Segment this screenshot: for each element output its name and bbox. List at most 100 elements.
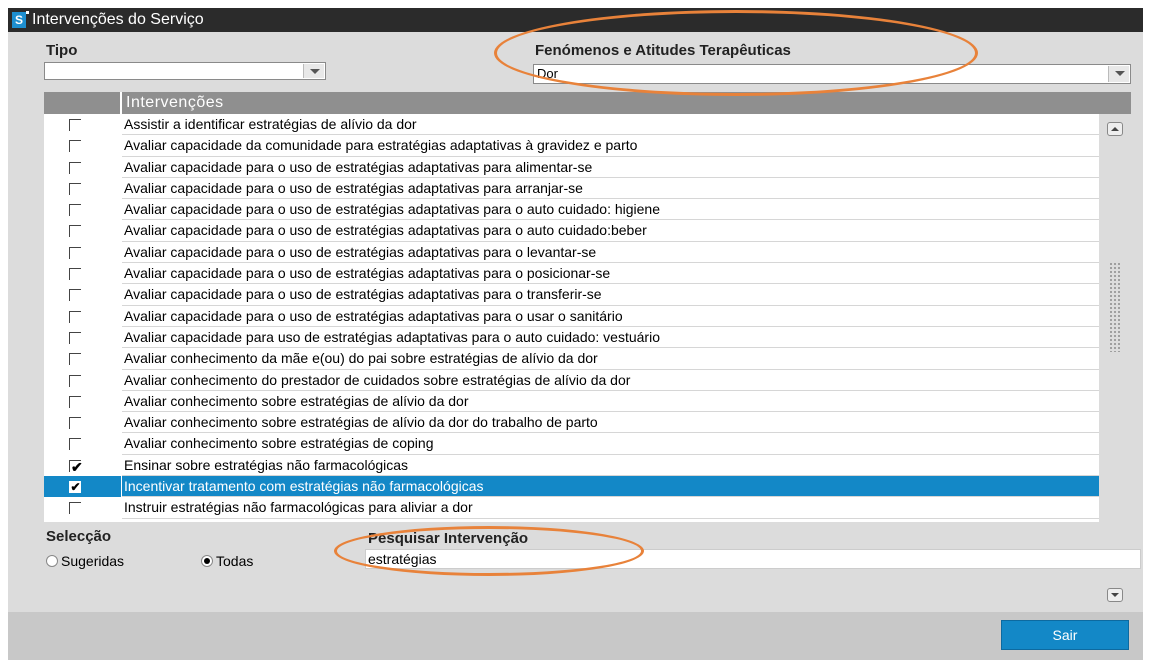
row-checkbox[interactable] [69,246,81,259]
row-checkbox[interactable] [69,268,81,281]
row-checkbox[interactable] [69,161,81,174]
tipo-label: Tipo [46,42,78,59]
scroll-down-icon[interactable] [1107,588,1123,602]
vertical-scrollbar[interactable] [1099,92,1131,602]
row-checkbox[interactable] [69,289,81,302]
sair-button[interactable]: Sair [1001,620,1129,650]
row-checkbox[interactable] [69,331,81,344]
table-row[interactable]: Avaliar capacidade para uso de estratégi… [44,327,1101,349]
scroll-grip-icon[interactable] [1109,262,1121,352]
title-bar: S Intervenções do Serviço [8,8,1143,32]
row-checkbox[interactable] [69,225,81,238]
checkbox-cell: ✔ [44,476,121,498]
checkbox-cell [44,306,121,327]
scroll-up-icon[interactable] [1107,122,1123,136]
table-row[interactable]: ✔ Ensinar sobre estratégias não farmacoló… [44,455,1101,477]
fenomenos-dropdown[interactable]: Dor [533,64,1131,84]
table-body: Assistir a identificar estratégias de al… [44,114,1101,519]
pesquisa-label: Pesquisar Intervenção [368,530,529,547]
app-logo-icon: S [12,11,29,28]
checkbox-cell [44,327,121,348]
table-row[interactable]: Instruir estratégias não farmacológicas … [44,497,1101,519]
table-row[interactable]: Avaliar capacidade para o uso de estraté… [44,242,1101,264]
checkbox-cell [44,263,121,284]
row-label: Avaliar conhecimento sobre estratégias d… [122,412,1101,434]
checkmark-icon: ✔ [71,458,83,475]
table-row[interactable]: Avaliar conhecimento sobre estratégias d… [44,433,1101,455]
table-row[interactable]: Avaliar capacidade da comunidade para es… [44,135,1101,157]
row-checkbox[interactable] [69,502,81,515]
row-checkbox[interactable] [69,374,81,387]
table-row[interactable]: Avaliar conhecimento do prestador de cui… [44,370,1101,391]
table-row[interactable]: Avaliar capacidade para o uso de estraté… [44,263,1101,285]
radio-on-icon [201,555,213,567]
radio-sugeridas-label: Sugeridas [61,553,125,569]
row-label: Avaliar conhecimento do prestador de cui… [122,370,1101,391]
table-row[interactable]: Avaliar conhecimento sobre estratégias d… [44,391,1101,413]
row-checkbox[interactable]: ✔ [69,480,81,495]
row-checkbox[interactable] [69,353,81,366]
search-input[interactable]: estratégias [365,549,1141,569]
row-checkbox[interactable] [69,310,81,323]
row-label: Avaliar capacidade para o uso de estraté… [122,199,1101,221]
intervencoes-window: S Intervenções do Serviço Tipo Fenómenos… [8,8,1143,660]
row-label: Instruir estratégias não farmacológicas … [122,497,1101,519]
radio-sugeridas[interactable]: Sugeridas [46,553,124,569]
table-row[interactable]: Avaliar conhecimento da mãe e(ou) do pai… [44,348,1101,370]
radio-todas[interactable]: Todas [201,553,253,569]
checkbox-cell [44,348,121,369]
chevron-down-icon[interactable] [1108,66,1129,82]
table-row[interactable]: Avaliar conhecimento sobre estratégias d… [44,412,1101,434]
row-checkbox[interactable] [69,182,81,195]
row-label: Avaliar capacidade da comunidade para es… [122,135,1101,157]
table-row[interactable]: Avaliar capacidade para o uso de estraté… [44,178,1101,200]
table-row[interactable]: Avaliar capacidade para o uso de estraté… [44,284,1101,306]
interventions-table: Intervenções Assistir a identificar estr… [44,92,1101,522]
row-checkbox[interactable] [69,204,81,217]
checkbox-cell [44,157,121,178]
checkbox-cell [44,412,121,433]
table-row[interactable]: Avaliar capacidade para o uso de estraté… [44,220,1101,242]
checkmark-icon: ✔ [70,480,81,495]
row-label: Incentivar tratamento com estratégias nã… [122,476,1101,498]
tipo-dropdown[interactable] [44,62,326,80]
row-label: Avaliar capacidade para o uso de estraté… [122,306,1101,327]
row-label: Avaliar capacidade para o uso de estraté… [122,157,1101,178]
checkbox-cell: ✔ [44,455,121,476]
window-title: Intervenções do Serviço [32,11,204,28]
radio-off-icon [46,555,58,567]
chevron-down-icon[interactable] [303,64,324,78]
seleccao-label: Selecção [46,528,112,545]
table-row[interactable]: ✔ Incentivar tratamento com estratégias n… [44,476,1101,498]
interventions-column-header: Intervenções [122,92,1101,114]
row-checkbox[interactable] [69,417,81,430]
row-label: Avaliar capacidade para o uso de estraté… [122,178,1101,200]
row-checkbox[interactable] [69,438,81,451]
row-label: Avaliar capacidade para o uso de estraté… [122,263,1101,285]
checkbox-cell [44,497,121,518]
row-checkbox[interactable] [69,140,81,153]
checkbox-cell [44,433,121,454]
checkbox-cell [44,135,121,156]
table-row[interactable]: Avaliar capacidade para o uso de estraté… [44,306,1101,327]
table-row[interactable]: Avaliar capacidade para o uso de estraté… [44,199,1101,221]
row-checkbox[interactable] [69,119,81,131]
checkbox-cell [44,178,121,199]
fenomenos-value: Dor [537,66,558,81]
table-row[interactable]: Assistir a identificar estratégias de al… [44,114,1101,136]
row-checkbox[interactable]: ✔ [69,458,83,475]
row-checkbox[interactable] [69,395,81,408]
table-row[interactable]: Avaliar capacidade para o uso de estraté… [44,157,1101,178]
row-label: Avaliar conhecimento da mãe e(ou) do pai… [122,348,1101,370]
row-label: Avaliar capacidade para o uso de estraté… [122,220,1101,242]
checkbox-cell [44,242,121,263]
radio-todas-label: Todas [216,553,254,569]
footer-bar [8,612,1143,660]
row-label: Assistir a identificar estratégias de al… [122,114,1101,136]
row-label: Avaliar conhecimento sobre estratégias d… [122,391,1101,413]
checkbox-cell [44,370,121,391]
fenomenos-label: Fenómenos e Atitudes Terapêuticas [535,42,791,59]
row-label: Avaliar conhecimento sobre estratégias d… [122,433,1101,455]
row-label: Ensinar sobre estratégias não farmacológ… [122,455,1101,477]
checkbox-cell [44,199,121,220]
